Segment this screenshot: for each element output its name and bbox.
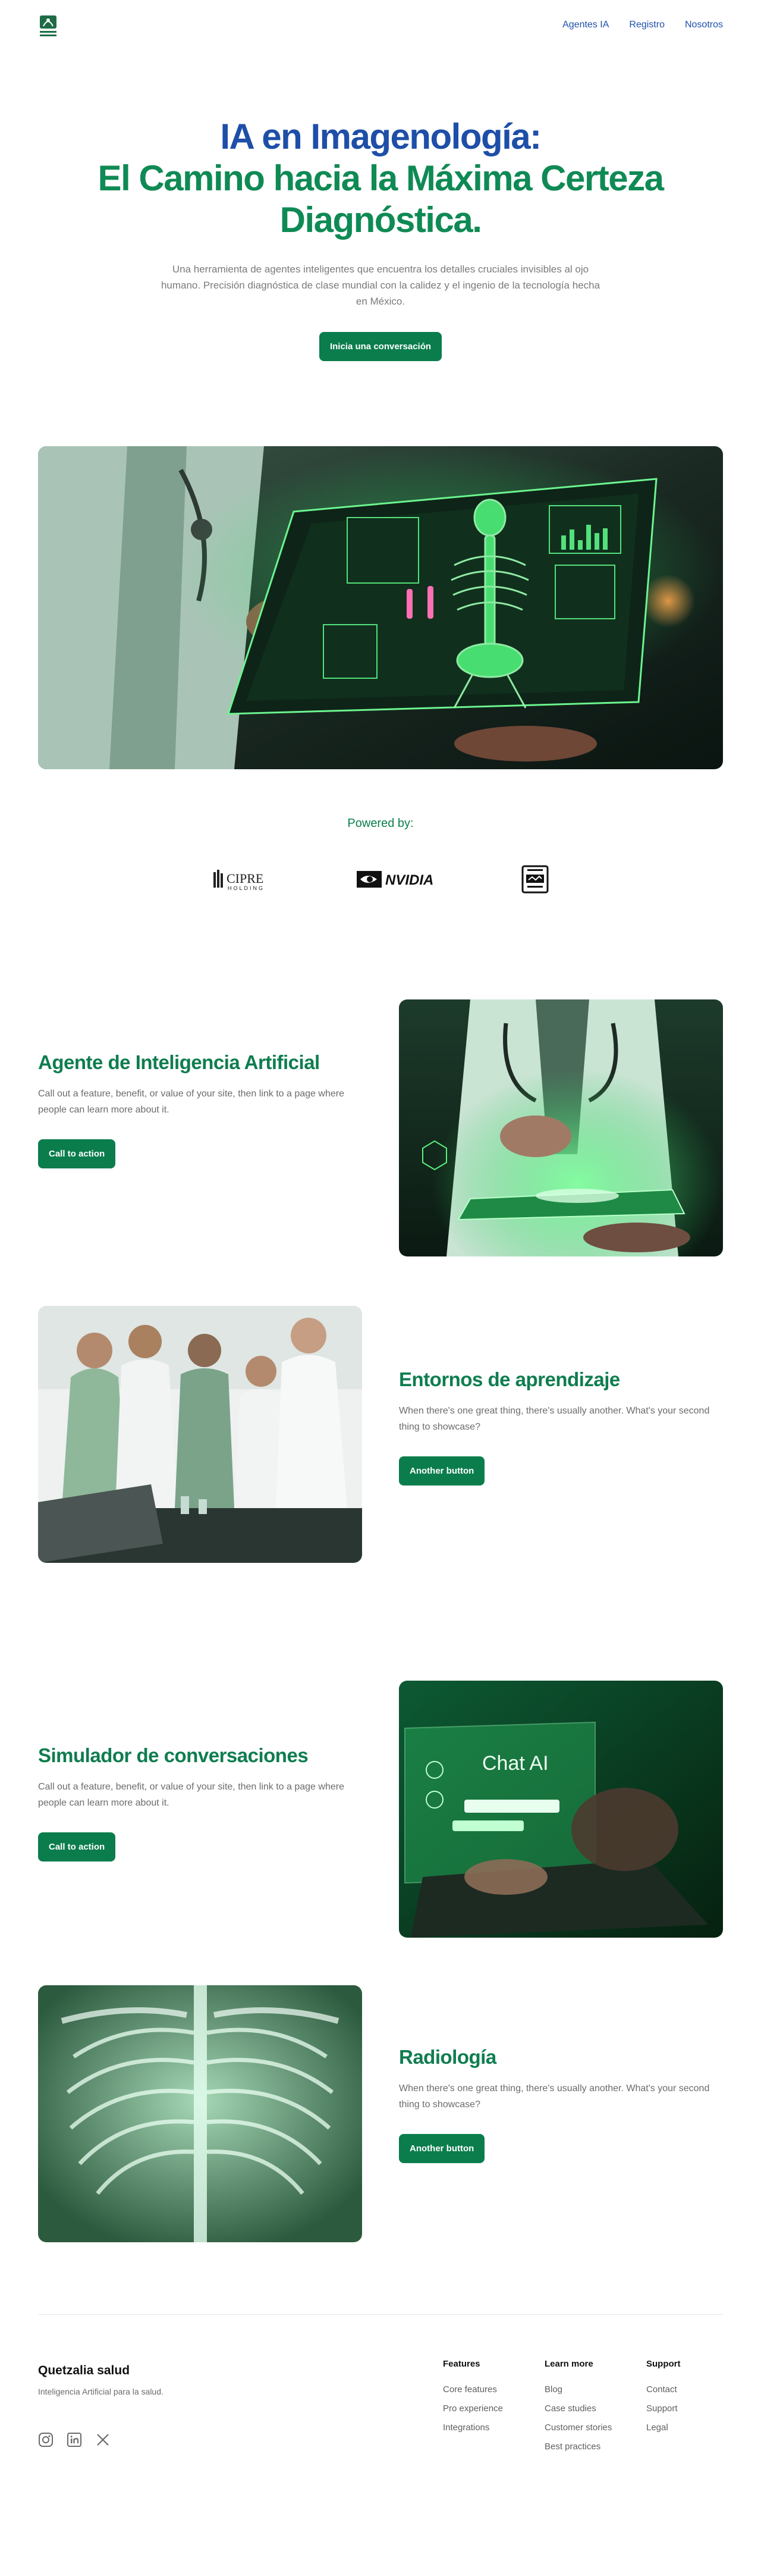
footer-link-customer-stories[interactable]: Customer stories — [545, 2423, 612, 2433]
footer-link-case-studies[interactable]: Case studies — [545, 2403, 612, 2414]
feature-description: When there's one great thing, there's us… — [399, 1406, 710, 1432]
feature-radiology: Radiología When there's one great thing,… — [399, 2045, 723, 2163]
footer-link-contact[interactable]: Contact — [646, 2384, 681, 2395]
footer-link-best-practices[interactable]: Best practices — [545, 2442, 612, 2452]
start-conversation-button[interactable]: Inicia una conversación — [319, 332, 442, 361]
footer-column-support: Support Contact Support Legal — [646, 2359, 681, 2442]
hero-section: IA en Imagenología: El Camino hacia la M… — [0, 116, 761, 361]
doctor-tablet-image — [399, 999, 723, 1256]
call-to-action-button[interactable]: Call to action — [38, 1139, 116, 1168]
x-icon[interactable] — [95, 2432, 111, 2447]
footer-tagline: Inteligencia Artificial para la salud. — [38, 2387, 163, 2396]
feature-ai-agent: Agente de Inteligencia Artificial Call o… — [38, 1050, 362, 1168]
medical-team-image — [38, 1306, 362, 1563]
hero-title-line2: El Camino hacia la Máxima Certeza — [98, 158, 664, 198]
hero-subtitle: Una herramienta de agentes inteligentes … — [161, 264, 600, 307]
chest-xray-image — [38, 1985, 362, 2242]
nvidia-logo-text: NVIDIA — [385, 872, 433, 888]
nav-link-registro[interactable]: Registro — [629, 20, 665, 30]
hero-title-line1: IA en Imagenología: — [220, 117, 542, 156]
footer-column-features: Features Core features Pro experience In… — [443, 2359, 503, 2442]
chat-ai-label: Chat AI — [482, 1752, 549, 1775]
partner-logos: CIPRE HOLDING NVIDIA — [0, 861, 761, 897]
footer-link-blog[interactable]: Blog — [545, 2384, 612, 2395]
another-button[interactable]: Another button — [399, 1456, 485, 1486]
nvidia-logo: NVIDIA — [356, 861, 457, 897]
linkedin-icon[interactable] — [67, 2432, 82, 2447]
footer-divider — [38, 2314, 723, 2315]
cipre-logo-sub: HOLDING — [228, 885, 265, 891]
feature-conversation-simulator: Simulador de conversaciones Call out a f… — [38, 1743, 362, 1862]
footer-brand: Quetzalia salud — [38, 2364, 130, 2377]
nav-link-nosotros[interactable]: Nosotros — [685, 20, 723, 30]
feature-description: Call out a feature, benefit, or value of… — [38, 1782, 344, 1808]
cipre-logo-text: CIPRE — [227, 871, 263, 886]
footer-link-core-features[interactable]: Core features — [443, 2384, 503, 2395]
footer-link-integrations[interactable]: Integrations — [443, 2423, 503, 2433]
hero-title: IA en Imagenología: El Camino hacia la M… — [0, 116, 761, 241]
feature-title: Entornos de aprendizaje — [399, 1368, 620, 1390]
footer-link-support[interactable]: Support — [646, 2403, 681, 2414]
footer-column-learn-more: Learn more Blog Case studies Customer st… — [545, 2359, 612, 2461]
feature-title: Agente de Inteligencia Artificial — [38, 1051, 320, 1073]
hecho-en-mexico-logo — [520, 861, 550, 897]
cipre-logo: CIPRE HOLDING — [211, 861, 276, 897]
feature-title: Radiología — [399, 2046, 496, 2068]
hero-title-line3: Diagnóstica. — [279, 200, 482, 240]
another-button[interactable]: Another button — [399, 2134, 485, 2163]
imss-logo[interactable] — [38, 14, 58, 38]
footer-link-legal[interactable]: Legal — [646, 2423, 681, 2433]
top-nav: Agentes IA Registro Nosotros — [0, 0, 761, 54]
feature-title: Simulador de conversaciones — [38, 1744, 309, 1766]
nav-link-agentes[interactable]: Agentes IA — [562, 20, 609, 30]
hero-image — [38, 446, 723, 769]
footer-column-title: Features — [443, 2359, 480, 2369]
powered-by-label: Powered by: — [347, 817, 414, 830]
feature-learning-environments: Entornos de aprendizaje When there's one… — [399, 1367, 723, 1486]
chat-ai-image: Chat AI — [399, 1681, 723, 1938]
footer-link-pro-experience[interactable]: Pro experience — [443, 2403, 503, 2414]
social-links — [38, 2432, 111, 2447]
feature-description: Call out a feature, benefit, or value of… — [38, 1089, 344, 1115]
call-to-action-button[interactable]: Call to action — [38, 1832, 116, 1862]
instagram-icon[interactable] — [38, 2432, 54, 2447]
footer-column-title: Learn more — [545, 2359, 593, 2369]
feature-description: When there's one great thing, there's us… — [399, 2083, 710, 2110]
footer-column-title: Support — [646, 2359, 681, 2369]
